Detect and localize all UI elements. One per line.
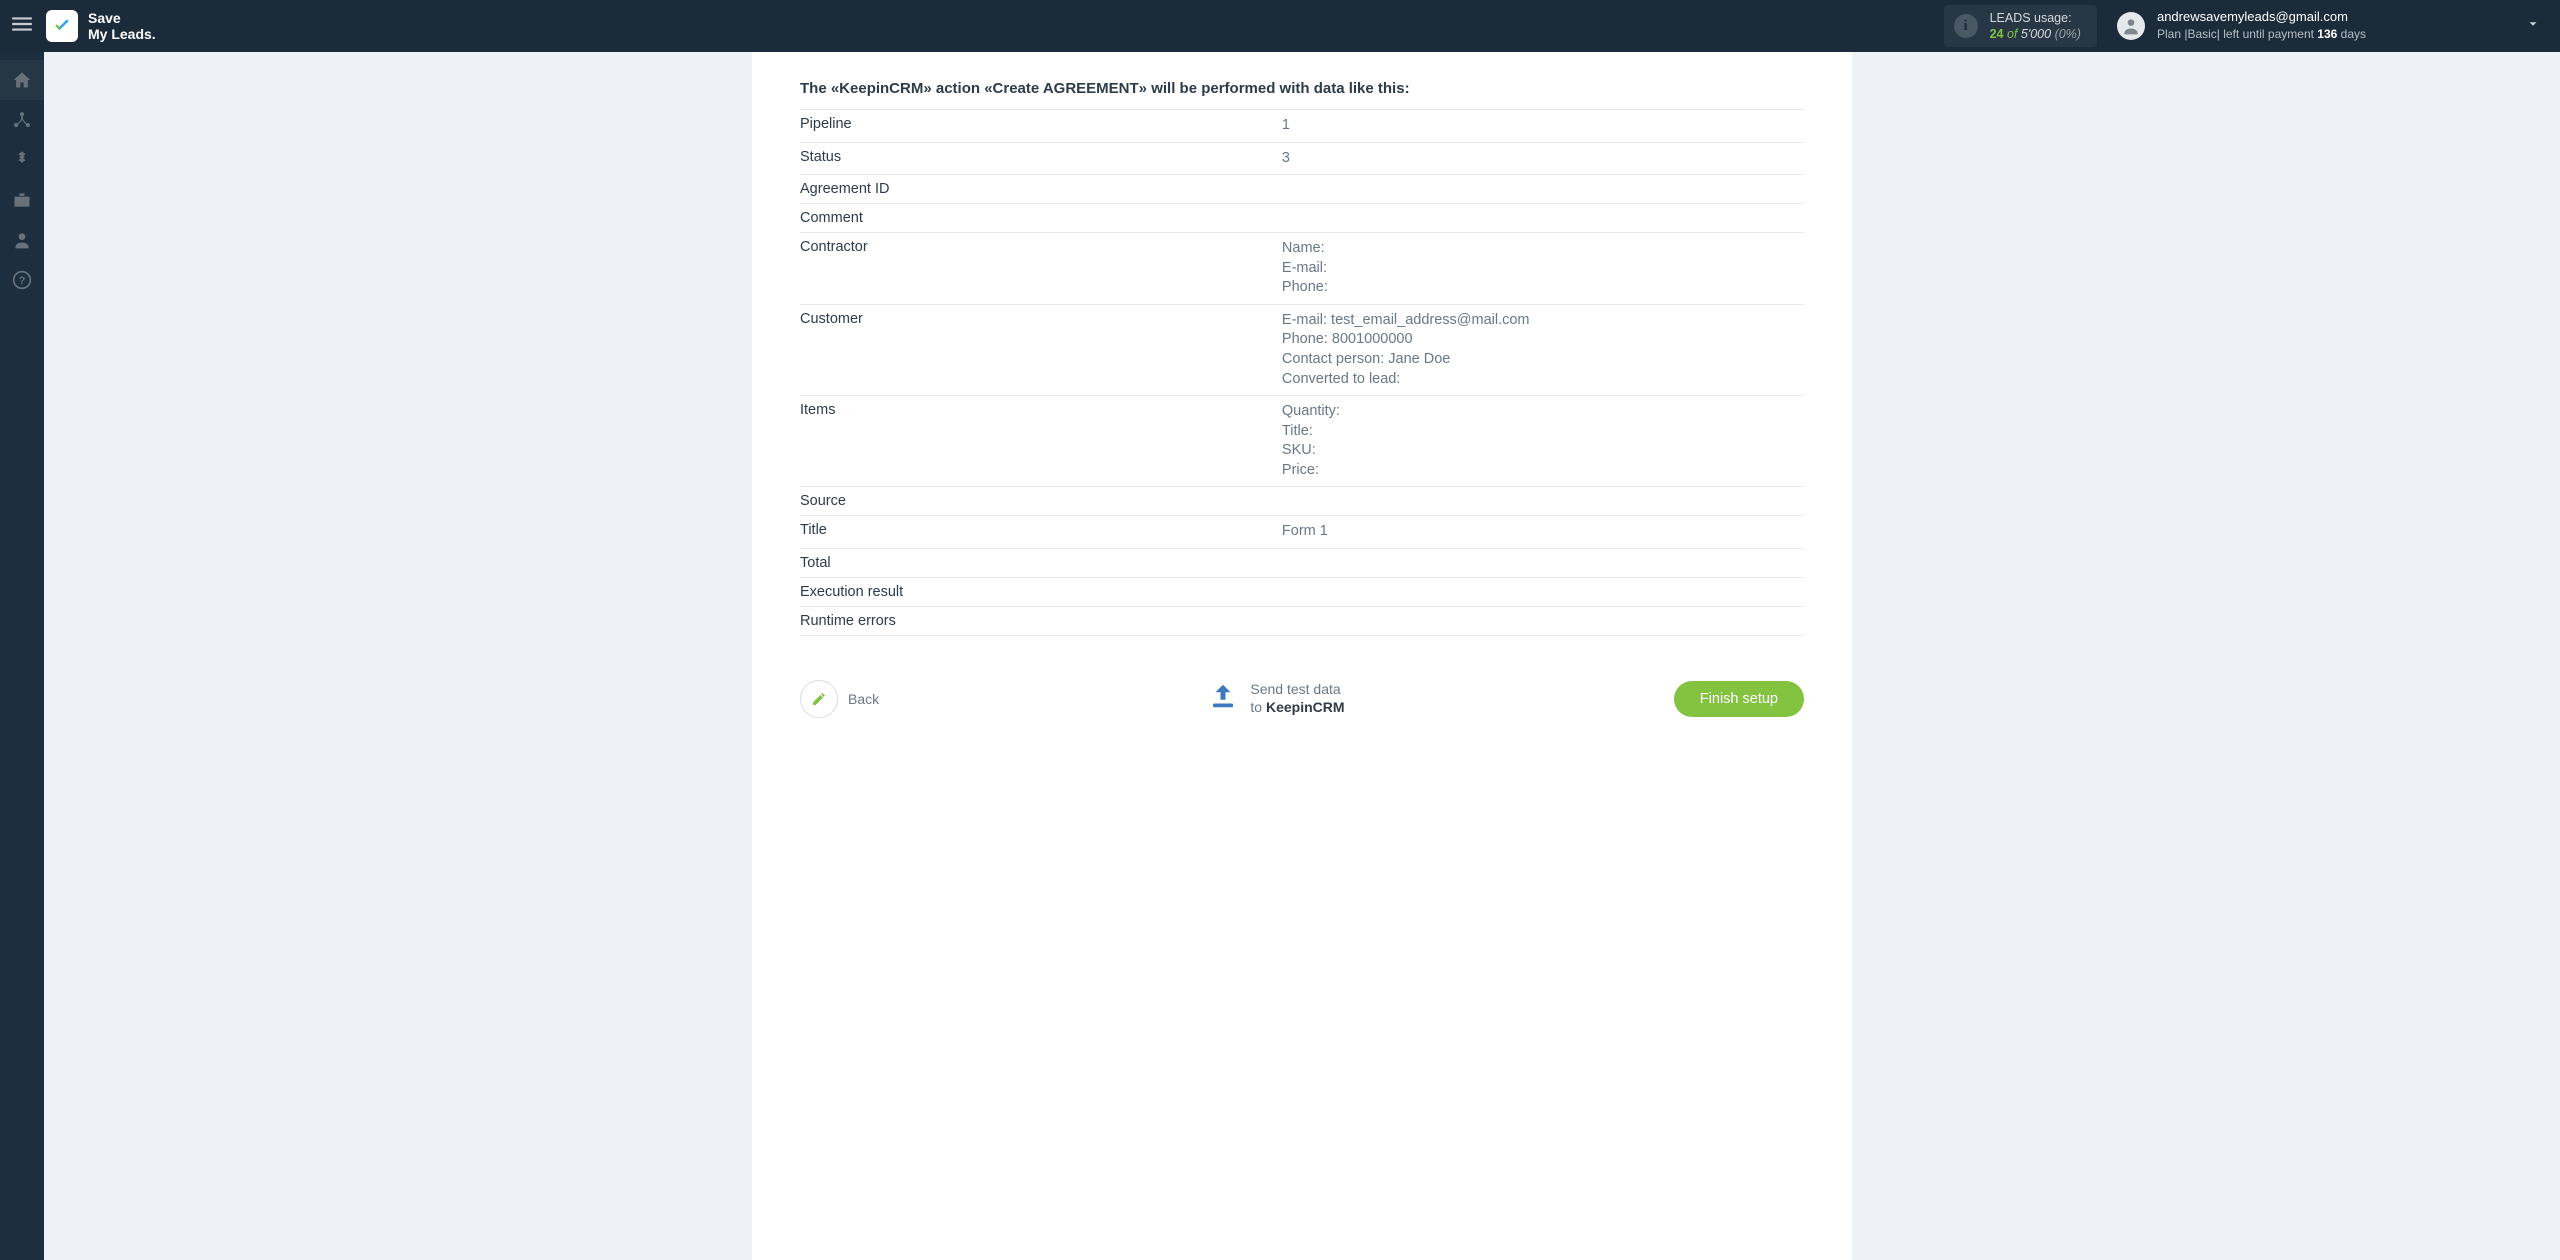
chevron-down-icon[interactable] bbox=[2526, 17, 2540, 36]
table-row: Runtime errors bbox=[800, 607, 1804, 636]
main-panel: The «KeepinCRM» action «Create AGREEMENT… bbox=[752, 52, 1852, 1260]
row-label: Source bbox=[800, 493, 1282, 509]
row-value: Quantity: Title: SKU: Price: bbox=[1282, 402, 1804, 480]
table-row: Source bbox=[800, 487, 1804, 516]
send-test-label: Send test data to KeepinCRM bbox=[1250, 681, 1344, 716]
row-label: Comment bbox=[800, 210, 1282, 226]
send-test-button[interactable]: Send test data to KeepinCRM bbox=[1208, 681, 1344, 716]
account-text: andrewsavemyleads@gmail.com Plan |Basic|… bbox=[2157, 9, 2366, 43]
row-label: Execution result bbox=[800, 584, 1282, 600]
back-button[interactable]: Back bbox=[800, 680, 879, 718]
hamburger-icon bbox=[12, 14, 32, 39]
upload-icon bbox=[1208, 681, 1238, 716]
back-label: Back bbox=[848, 691, 879, 707]
finish-setup-button[interactable]: Finish setup bbox=[1674, 681, 1804, 717]
nav-connections[interactable] bbox=[0, 100, 44, 140]
row-value: 3 bbox=[1282, 149, 1804, 169]
row-value bbox=[1282, 555, 1804, 571]
row-label: Title bbox=[800, 522, 1282, 542]
row-label: Pipeline bbox=[800, 116, 1282, 136]
row-value: Name: E-mail: Phone: bbox=[1282, 239, 1804, 298]
row-value bbox=[1282, 181, 1804, 197]
row-label: Items bbox=[800, 402, 1282, 480]
table-row: Execution result bbox=[800, 578, 1804, 607]
logo[interactable]: SaveMy Leads. bbox=[46, 10, 156, 42]
nav-billing[interactable] bbox=[0, 140, 44, 180]
leads-usage-chip[interactable]: i LEADS usage: 24 of 5'000 (0%) bbox=[1944, 5, 2097, 47]
table-row: Status3 bbox=[800, 143, 1804, 176]
pencil-icon bbox=[800, 680, 838, 718]
row-value: 1 bbox=[1282, 116, 1804, 136]
data-table: Pipeline1Status3Agreement IDCommentContr… bbox=[800, 109, 1804, 636]
table-row: Pipeline1 bbox=[800, 110, 1804, 143]
table-row: Comment bbox=[800, 204, 1804, 233]
row-label: Total bbox=[800, 555, 1282, 571]
table-row: ItemsQuantity: Title: SKU: Price: bbox=[800, 396, 1804, 487]
row-label: Agreement ID bbox=[800, 181, 1282, 197]
table-row: Agreement ID bbox=[800, 175, 1804, 204]
row-value bbox=[1282, 584, 1804, 600]
nav-account[interactable] bbox=[0, 220, 44, 260]
row-label: Runtime errors bbox=[800, 613, 1282, 629]
usage-text: LEADS usage: 24 of 5'000 (0%) bbox=[1990, 10, 2081, 43]
row-value: E-mail: test_email_address@mail.com Phon… bbox=[1282, 311, 1804, 389]
row-value bbox=[1282, 613, 1804, 629]
table-row: Total bbox=[800, 549, 1804, 578]
info-icon: i bbox=[1954, 14, 1978, 38]
menu-toggle[interactable] bbox=[0, 0, 44, 52]
sidebar: ? bbox=[0, 52, 44, 1260]
logo-badge bbox=[46, 10, 78, 42]
panel-title: The «KeepinCRM» action «Create AGREEMENT… bbox=[800, 80, 1804, 97]
account-menu[interactable]: andrewsavemyleads@gmail.com Plan |Basic|… bbox=[2117, 9, 2366, 43]
avatar-icon bbox=[2117, 12, 2145, 40]
nav-home[interactable] bbox=[0, 60, 44, 100]
row-value bbox=[1282, 493, 1804, 509]
table-row: ContractorName: E-mail: Phone: bbox=[800, 233, 1804, 305]
row-value: Form 1 bbox=[1282, 522, 1804, 542]
app-header: SaveMy Leads. i LEADS usage: 24 of 5'000… bbox=[0, 0, 2560, 52]
table-row: TitleForm 1 bbox=[800, 516, 1804, 549]
nav-help[interactable]: ? bbox=[0, 260, 44, 300]
table-row: CustomerE-mail: test_email_address@mail.… bbox=[800, 305, 1804, 396]
row-label: Status bbox=[800, 149, 1282, 169]
svg-text:?: ? bbox=[19, 275, 26, 287]
row-value bbox=[1282, 210, 1804, 226]
nav-briefcase[interactable] bbox=[0, 180, 44, 220]
row-label: Contractor bbox=[800, 239, 1282, 298]
row-label: Customer bbox=[800, 311, 1282, 389]
logo-text: SaveMy Leads. bbox=[88, 10, 156, 42]
